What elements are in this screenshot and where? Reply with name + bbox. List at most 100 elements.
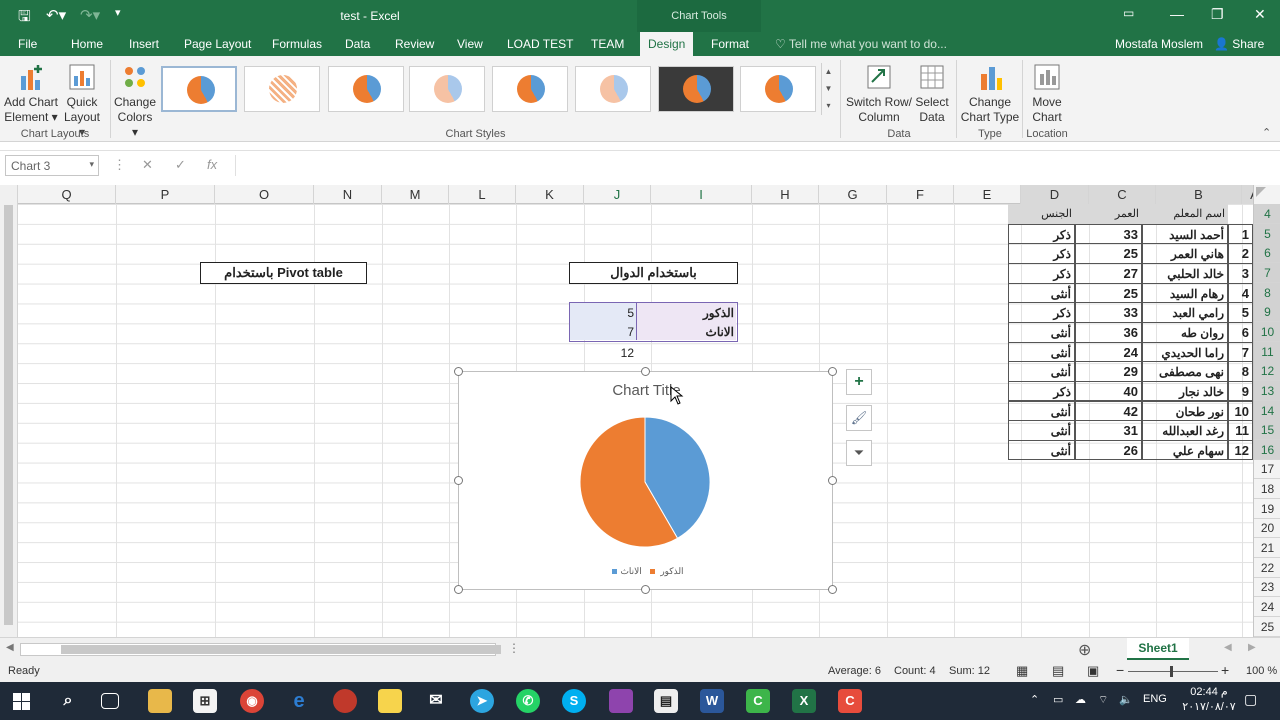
prev-sheet-icon[interactable]: ◀ xyxy=(1224,642,1232,653)
column-header-g[interactable]: G xyxy=(819,185,887,204)
table-cell-number[interactable]: 10 xyxy=(1228,400,1253,422)
table-cell-number[interactable]: 5 xyxy=(1228,302,1253,323)
battery-icon[interactable]: ▭ xyxy=(1053,693,1063,706)
task-view-icon[interactable] xyxy=(101,693,119,709)
ribbon-display-icon[interactable]: ▭ xyxy=(1123,6,1134,20)
chart-style-1[interactable] xyxy=(161,66,237,112)
add-sheet-icon[interactable]: ⊕ xyxy=(1078,640,1091,660)
row-header-4[interactable]: 4 xyxy=(1254,204,1280,224)
select-all-icon[interactable] xyxy=(1256,187,1266,197)
row-header-6[interactable]: 6 xyxy=(1254,243,1280,264)
table-cell-age[interactable]: 26 xyxy=(1075,439,1142,461)
column-header-f[interactable]: F xyxy=(887,185,954,204)
resize-handle[interactable] xyxy=(828,476,837,485)
resize-handle[interactable] xyxy=(828,585,837,594)
row-header-25[interactable]: 25 xyxy=(1254,617,1280,637)
table-cell-name[interactable]: رهام السيد xyxy=(1142,282,1228,304)
clock[interactable]: 02:44 م ٢٠١٧/٠٨/٠٧ xyxy=(1176,685,1242,715)
move-chart-button[interactable]: Move Chart xyxy=(1025,58,1069,125)
zoom-level[interactable]: 100 % xyxy=(1246,665,1277,677)
summary-range[interactable]: 5 7 الذكور الاناث xyxy=(569,302,738,342)
close-icon[interactable]: ✕ xyxy=(1254,6,1266,23)
column-header-c[interactable]: C xyxy=(1089,185,1156,204)
zoom-out-icon[interactable]: − xyxy=(1116,662,1124,678)
row-header-18[interactable]: 18 xyxy=(1254,479,1280,500)
tab-view[interactable]: View xyxy=(457,37,483,51)
table-header-gender[interactable]: الجنس xyxy=(1008,204,1075,225)
summary-total[interactable]: 12 xyxy=(569,343,634,363)
column-header-d[interactable]: D xyxy=(1021,185,1089,204)
tab-home[interactable]: Home xyxy=(71,37,103,51)
summary-value-male[interactable]: 5 xyxy=(570,303,634,323)
zoom-slider-thumb[interactable] xyxy=(1170,666,1173,677)
row-header-16[interactable]: 16 xyxy=(1254,439,1280,460)
table-cell-number[interactable]: 7 xyxy=(1228,341,1253,363)
mail-icon[interactable]: ✉ xyxy=(424,689,448,713)
summary-label-male[interactable]: الذكور xyxy=(640,303,734,323)
chart-style-2[interactable] xyxy=(244,66,320,112)
tab-file[interactable]: File xyxy=(18,37,37,51)
table-cell-name[interactable]: خالد الحلبي xyxy=(1142,262,1228,284)
chart-style-5[interactable] xyxy=(492,66,568,112)
row-header-23[interactable]: 23 xyxy=(1254,577,1280,598)
table-cell-gender[interactable]: أنثى xyxy=(1008,361,1075,382)
row-header-8[interactable]: 8 xyxy=(1254,282,1280,303)
resize-handle[interactable] xyxy=(828,367,837,376)
user-name[interactable]: Mostafa Moslem xyxy=(1115,37,1203,51)
table-cell-name[interactable]: نهى مصطفى xyxy=(1142,361,1228,382)
chrome-icon[interactable]: ◉ xyxy=(240,689,264,713)
sticky-notes-icon[interactable] xyxy=(378,689,402,713)
table-cell-gender[interactable]: ذكر xyxy=(1008,380,1075,402)
tab-team[interactable]: TEAM xyxy=(591,37,624,51)
column-header-k[interactable]: K xyxy=(516,185,584,204)
table-cell-gender[interactable]: أنثى xyxy=(1008,439,1075,461)
table-cell-age[interactable]: 27 xyxy=(1075,262,1142,284)
scroll-thumb[interactable] xyxy=(4,205,13,625)
row-header-21[interactable]: 21 xyxy=(1254,538,1280,559)
zoom-in-icon[interactable]: + xyxy=(1221,662,1229,678)
table-cell-gender[interactable]: أنثى xyxy=(1008,420,1075,441)
switch-row-column-button[interactable]: Switch Row/ Column xyxy=(845,58,913,125)
next-sheet-icon[interactable]: ▶ xyxy=(1248,642,1256,653)
table-cell-name[interactable]: سهام علي xyxy=(1142,439,1228,461)
table-cell-number[interactable]: 2 xyxy=(1228,243,1253,264)
vertical-scrollbar[interactable] xyxy=(0,185,18,637)
chart-title[interactable]: Chart Title xyxy=(459,382,834,399)
formula-input[interactable] xyxy=(235,155,1255,176)
zoom-slider[interactable] xyxy=(1128,671,1218,672)
row-header-11[interactable]: 11 xyxy=(1254,341,1280,362)
row-header-14[interactable]: 14 xyxy=(1254,400,1280,421)
chart-style-7[interactable] xyxy=(658,66,734,112)
table-cell-age[interactable]: 25 xyxy=(1075,282,1142,304)
table-cell-number[interactable]: 8 xyxy=(1228,361,1253,382)
search-icon[interactable]: ⌕ xyxy=(56,689,80,713)
table-cell-gender[interactable]: ذكر xyxy=(1008,223,1075,245)
table-cell-gender[interactable]: ذكر xyxy=(1008,243,1075,264)
enter-icon[interactable]: ✓ xyxy=(175,157,186,173)
chart-style-8[interactable] xyxy=(740,66,816,112)
row-header-7[interactable]: 7 xyxy=(1254,262,1280,283)
chart-style-6[interactable] xyxy=(575,66,651,112)
column-header-q[interactable]: Q xyxy=(18,185,116,204)
table-cell-name[interactable]: راما الحديدي xyxy=(1142,341,1228,363)
table-cell-age[interactable]: 33 xyxy=(1075,302,1142,323)
row-header-24[interactable]: 24 xyxy=(1254,597,1280,617)
cloud-icon[interactable]: ☁ xyxy=(1075,693,1086,706)
whatsapp-icon[interactable]: ✆ xyxy=(516,689,540,713)
column-header-j[interactable]: J xyxy=(584,185,651,204)
row-header-19[interactable]: 19 xyxy=(1254,499,1280,519)
table-cell-number[interactable]: 1 xyxy=(1228,223,1253,245)
scroll-thumb[interactable] xyxy=(61,645,501,654)
add-chart-element-button[interactable]: Add Chart Element ▾ xyxy=(2,58,60,125)
minimize-icon[interactable]: — xyxy=(1170,6,1184,22)
table-cell-gender[interactable]: أنثى xyxy=(1008,341,1075,363)
table-cell-age[interactable]: 33 xyxy=(1075,223,1142,245)
resize-handle[interactable] xyxy=(641,367,650,376)
tab-data[interactable]: Data xyxy=(345,37,370,51)
summary-value-female[interactable]: 7 xyxy=(570,322,634,342)
table-header-age[interactable]: العمر xyxy=(1075,204,1142,225)
table-cell-name[interactable]: نور طحان xyxy=(1142,400,1228,422)
table-cell-age[interactable]: 25 xyxy=(1075,243,1142,264)
column-header-e[interactable]: E xyxy=(954,185,1021,204)
volume-icon[interactable]: 🔈 xyxy=(1119,693,1133,706)
